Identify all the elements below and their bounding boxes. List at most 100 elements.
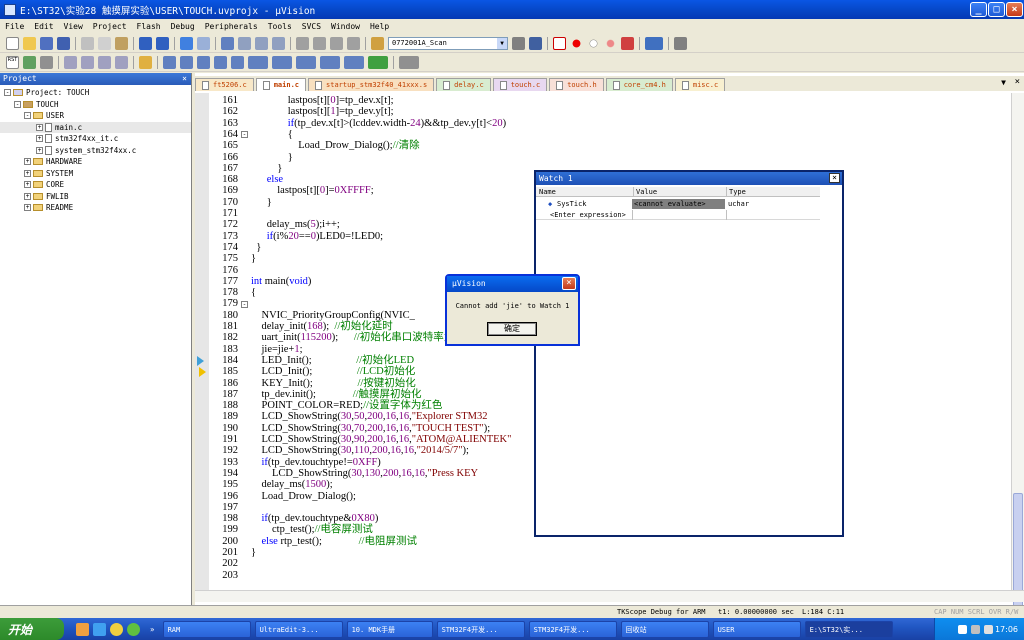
tab-core-cm4-h[interactable]: core_cm4.h xyxy=(605,78,673,91)
menu-flash[interactable]: Flash xyxy=(132,22,166,31)
watch-col-value[interactable]: Value xyxy=(633,187,657,197)
expand-icon[interactable]: + xyxy=(36,123,43,131)
code-line[interactable]: if(i%20==0)LED0=!LED0; xyxy=(251,231,383,242)
code-line[interactable]: if(tp_dev.touchtype&0X80) xyxy=(251,513,379,524)
tab-touch-c[interactable]: touch.c xyxy=(492,78,548,91)
expand-icon[interactable]: + xyxy=(36,146,43,154)
tab-main-c[interactable]: main.c xyxy=(255,78,307,91)
tab-delay-c[interactable]: delay.c xyxy=(436,78,491,91)
code-line[interactable]: LCD_ShowString(30,90,200,16,16,"ATOM@ALI… xyxy=(251,434,512,445)
code-line[interactable]: } xyxy=(251,547,256,558)
reset-icon[interactable]: RST xyxy=(6,56,19,69)
code-line[interactable]: LCD_ShowString(30,50,200,16,16,"Explorer… xyxy=(251,411,488,422)
quicklaunch-icon[interactable] xyxy=(127,622,140,636)
horizontal-scrollbar[interactable] xyxy=(195,590,1024,602)
step-over-icon[interactable] xyxy=(81,56,94,69)
uncomment-icon[interactable] xyxy=(347,37,360,50)
menu-tools[interactable]: Tools xyxy=(263,22,297,31)
expand-icon[interactable]: + xyxy=(24,169,31,177)
symbols-icon[interactable] xyxy=(197,56,210,69)
dialog-title-bar[interactable]: µVision × xyxy=(447,276,578,292)
wrench-icon[interactable] xyxy=(674,37,687,50)
breakpoint-kill-icon[interactable] xyxy=(604,37,617,50)
tree-item-main-c[interactable]: + main.c xyxy=(0,121,191,133)
quicklaunch-icon[interactable] xyxy=(76,622,89,636)
menu-file[interactable]: File xyxy=(0,22,29,31)
expand-icon[interactable]: + xyxy=(24,192,31,200)
tree-item-system-c[interactable]: + system_stm32f4xx.c xyxy=(0,145,191,157)
redo-icon[interactable] xyxy=(156,37,169,50)
open-file-icon[interactable] xyxy=(23,37,36,50)
vertical-scrollbar[interactable] xyxy=(1011,93,1024,623)
nav-forward-icon[interactable] xyxy=(197,37,210,50)
menu-project[interactable]: Project xyxy=(88,22,132,31)
vertical-scroll-thumb[interactable] xyxy=(1013,493,1023,623)
code-line[interactable]: ctp_test();//电容屏测试 xyxy=(251,524,373,535)
code-line[interactable]: { xyxy=(251,129,293,140)
task-recycle-bin[interactable]: 回收站 xyxy=(620,620,709,638)
watch-col-type[interactable]: Type xyxy=(726,187,746,197)
bookmark-next-icon[interactable] xyxy=(255,37,268,50)
code-line[interactable]: else xyxy=(251,174,283,185)
volume-icon[interactable] xyxy=(983,624,993,634)
tree-item-hardware[interactable]: + HARDWARE xyxy=(0,156,191,168)
quicklaunch-icon[interactable] xyxy=(93,622,106,636)
stop-icon[interactable] xyxy=(40,56,53,69)
panel-close-icon[interactable]: × xyxy=(182,73,187,85)
save-all-icon[interactable] xyxy=(57,37,70,50)
code-line[interactable]: LED_Init(); //初始化LED xyxy=(251,355,415,366)
tree-item-readme[interactable]: + README xyxy=(0,202,191,214)
find-icon[interactable] xyxy=(512,37,525,50)
code-line[interactable]: } xyxy=(251,242,261,253)
code-line[interactable]: } xyxy=(251,197,272,208)
cut-icon[interactable] xyxy=(81,37,94,50)
close-button[interactable]: × xyxy=(1006,2,1023,17)
menu-view[interactable]: View xyxy=(59,22,88,31)
step-out-icon[interactable] xyxy=(98,56,111,69)
tree-item-core[interactable]: + CORE xyxy=(0,179,191,191)
bookmark-prev-icon[interactable] xyxy=(238,37,251,50)
tab-close-icon[interactable]: × xyxy=(1015,77,1020,87)
menu-window[interactable]: Window xyxy=(326,22,365,31)
paste-icon[interactable] xyxy=(115,37,128,50)
code-line[interactable]: else rtp_test(); //电阻屏测试 xyxy=(251,536,417,547)
show-next-statement-icon[interactable] xyxy=(139,56,152,69)
expand-icon[interactable]: + xyxy=(24,204,31,212)
tab-startup-s[interactable]: startup_stm32f40_41xxx.s xyxy=(308,78,435,91)
code-line[interactable]: delay_init(168); //初始化延时 xyxy=(251,321,393,332)
code-line[interactable]: lastpos[t][0]=0XFFFF; xyxy=(251,185,373,196)
menu-help[interactable]: Help xyxy=(365,22,394,31)
expand-icon[interactable]: + xyxy=(24,181,31,189)
system-viewer-icon[interactable] xyxy=(368,56,388,69)
code-line[interactable]: lastpos[t][1]=tp_dev.y[t]; xyxy=(251,106,394,117)
code-line[interactable]: } xyxy=(251,152,293,163)
quicklaunch-icon[interactable] xyxy=(110,622,123,636)
save-icon[interactable] xyxy=(40,37,53,50)
tab-list-icon[interactable]: ▼ xyxy=(1001,78,1006,87)
code-line[interactable]: LCD_ShowString(30,110,200,16,16,"2014/5/… xyxy=(251,445,469,456)
serial-window-icon[interactable] xyxy=(296,56,316,69)
task-stm32f4-2[interactable]: STM32F4开发... xyxy=(528,620,617,638)
code-line[interactable]: Load_Drow_Dialog();//清除 xyxy=(251,140,419,151)
registers-icon[interactable] xyxy=(214,56,227,69)
code-line[interactable]: delay_ms(5);i++; xyxy=(251,219,340,230)
step-into-icon[interactable] xyxy=(64,56,77,69)
start-debug-icon[interactable] xyxy=(553,37,566,50)
analysis-window-icon[interactable] xyxy=(320,56,340,69)
target-select[interactable]: 0772001A_Scan ▼ xyxy=(388,37,508,50)
code-line[interactable]: } xyxy=(251,163,282,174)
quicklaunch-more-icon[interactable]: » xyxy=(150,625,155,634)
tree-item-it-c[interactable]: + stm32f4xx_it.c xyxy=(0,133,191,145)
new-file-icon[interactable] xyxy=(6,37,19,50)
tree-item-project[interactable]: - Project: TOUCH xyxy=(0,87,191,99)
code-line[interactable]: uart_init(115200); //初始化串口波特率为11 xyxy=(251,332,465,343)
task-ram[interactable]: RAM xyxy=(162,620,251,638)
watch-col-name[interactable]: Name xyxy=(539,187,556,197)
maximize-button[interactable]: □ xyxy=(988,2,1005,17)
code-line[interactable]: lastpos[t][0]=tp_dev.x[t]; xyxy=(251,95,394,106)
nav-back-icon[interactable] xyxy=(180,37,193,50)
run-to-cursor-icon[interactable] xyxy=(115,56,128,69)
tab-touch-h[interactable]: touch.h xyxy=(549,78,604,91)
menu-edit[interactable]: Edit xyxy=(29,22,58,31)
code-line[interactable]: if(tp_dev.x[t]>(lcddev.width-24)&&tp_dev… xyxy=(251,118,506,129)
